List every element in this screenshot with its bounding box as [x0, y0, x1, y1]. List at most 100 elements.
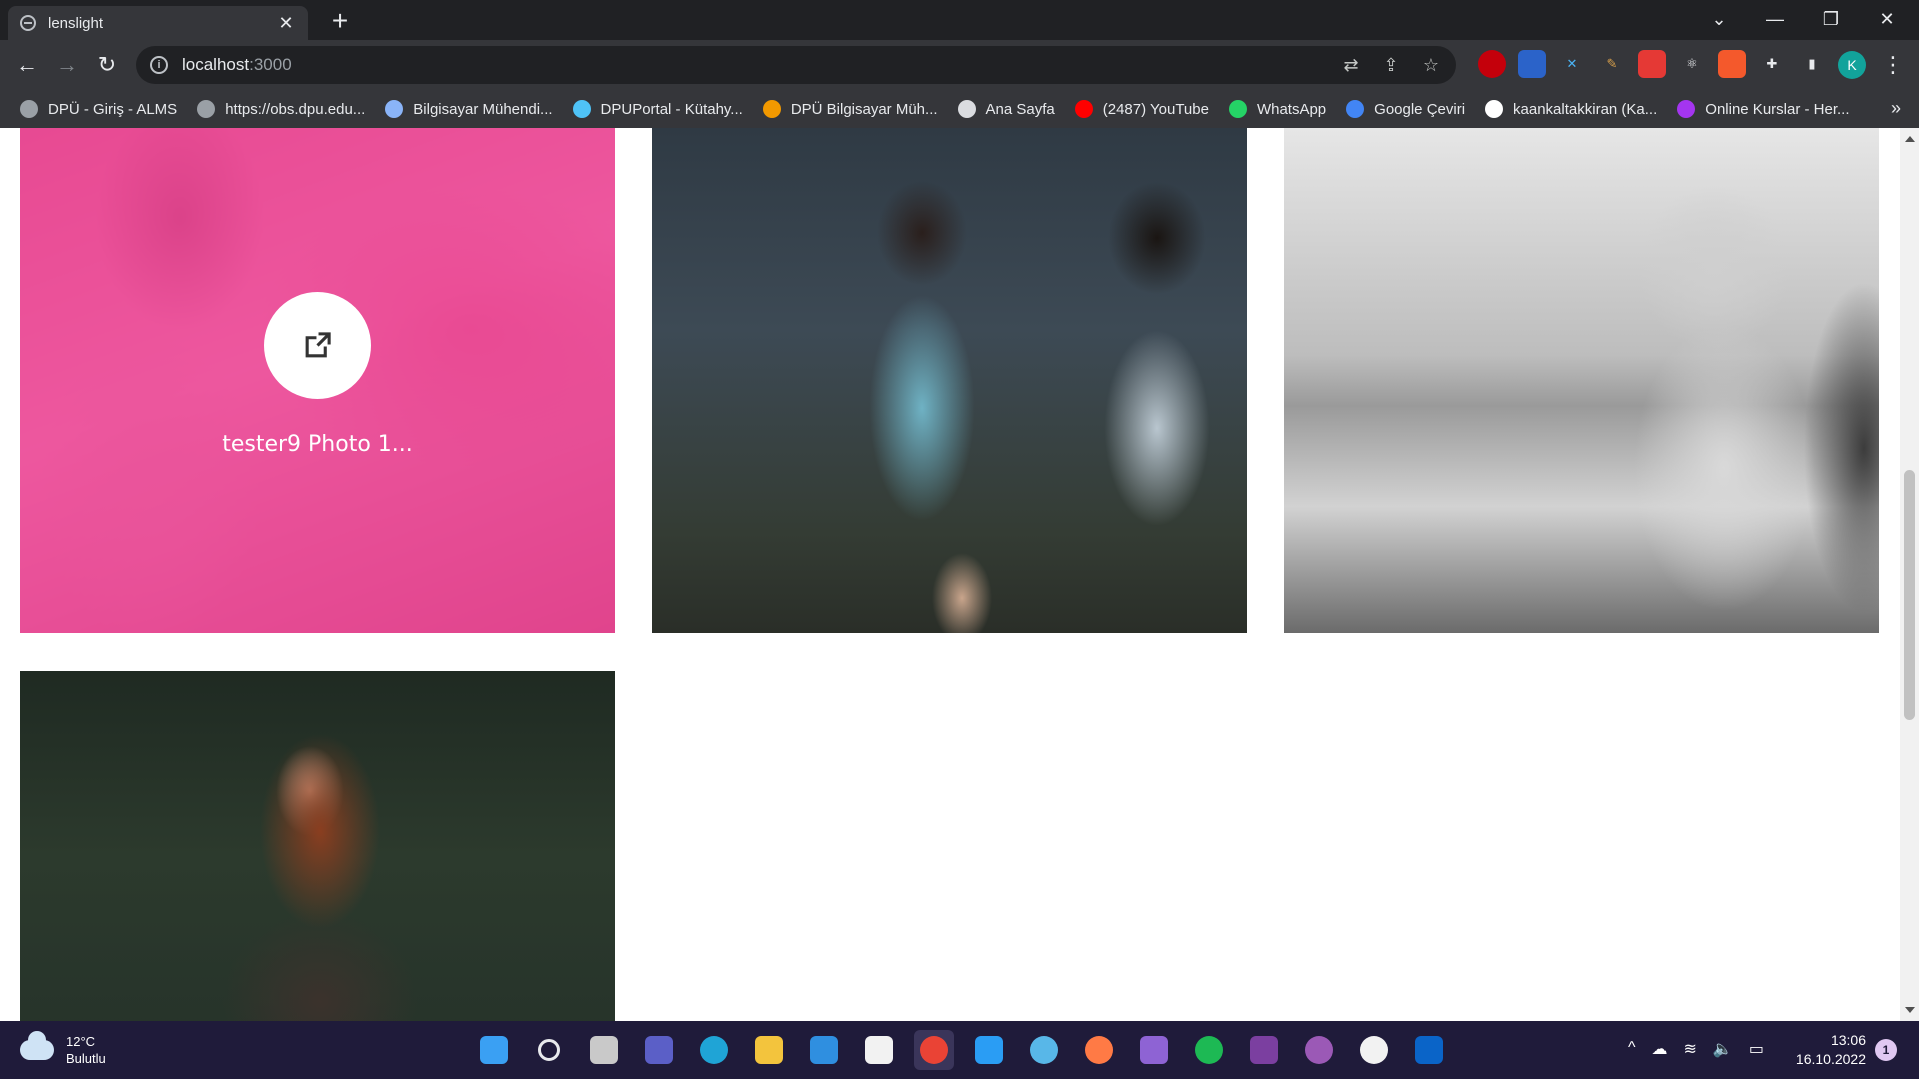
taskbar-app-vscode[interactable]	[969, 1030, 1009, 1070]
taskbar-app-mail[interactable]	[804, 1030, 844, 1070]
weather-widget[interactable]: 12°C Bulutlu	[20, 1031, 106, 1067]
browser-tab[interactable]: lenslight ✕	[8, 6, 308, 40]
chat-icon	[645, 1036, 673, 1064]
taskbar-app-search[interactable]	[529, 1030, 569, 1070]
app-orange-icon	[1085, 1036, 1113, 1064]
minimize-button[interactable]: —	[1747, 0, 1803, 40]
bookmarks-bar: DPÜ - Giriş - ALMS https://obs.dpu.edu...…	[0, 90, 1919, 128]
tab-strip: lenslight ✕ + ⌄ — ❐ ✕	[0, 0, 1919, 40]
share-icon[interactable]: ⇪	[1380, 54, 1402, 76]
tools-extension-icon[interactable]: ✕	[1558, 50, 1586, 78]
scrollbar-thumb[interactable]	[1904, 470, 1915, 720]
scroll-up-icon[interactable]	[1905, 136, 1915, 142]
bookmark-item[interactable]: Bilgisayar Mühendi...	[385, 100, 553, 118]
bookmark-item[interactable]: DPÜ - Giriş - ALMS	[20, 100, 177, 118]
bookmark-item[interactable]: https://obs.dpu.edu...	[197, 100, 365, 118]
globe-icon	[20, 15, 36, 31]
bookmark-item[interactable]: DPUPortal - Kütahy...	[572, 100, 743, 118]
taskbar-app-spotify[interactable]	[1189, 1030, 1229, 1070]
clock-time: 13:06	[1830, 1032, 1866, 1048]
wifi-icon[interactable]: ≋	[1684, 1039, 1697, 1059]
mail-icon	[810, 1036, 838, 1064]
taskbar-app-start[interactable]	[474, 1030, 514, 1070]
taskbar-app-app-white[interactable]	[1354, 1030, 1394, 1070]
vertical-scrollbar[interactable]	[1900, 128, 1919, 1021]
bookmark-favicon-icon	[197, 100, 216, 118]
ublock-extension-icon[interactable]	[1478, 50, 1506, 78]
open-photo-button[interactable]	[264, 292, 371, 399]
clock[interactable]: 13:06 16.10.2022	[1788, 1031, 1866, 1069]
translate-icon[interactable]: ⇄	[1340, 54, 1362, 76]
gallery-card[interactable]	[652, 128, 1247, 633]
taskbar-app-github-desktop[interactable]	[1299, 1030, 1339, 1070]
bookmark-label: Bilgisayar Mühendi...	[413, 100, 553, 118]
tab-close-icon[interactable]: ✕	[276, 13, 296, 34]
url-host: localhost	[182, 55, 250, 74]
onedrive-icon[interactable]: ☁	[1652, 1039, 1668, 1059]
address-bar[interactable]: i localhost:3000 ⇄ ⇪ ☆	[136, 46, 1456, 84]
bookmark-label: https://obs.dpu.edu...	[225, 100, 366, 118]
bookmark-label: kaankaltakkiran (Ka...	[1513, 100, 1658, 118]
bookmark-item[interactable]: kaankaltakkiran (Ka...	[1485, 100, 1657, 118]
bookmark-item[interactable]: Google Çeviri	[1346, 100, 1465, 118]
taskbar-app-file-explorer[interactable]	[749, 1030, 789, 1070]
taskbar-app-arduino[interactable]	[1244, 1030, 1284, 1070]
side-panel-icon[interactable]: ▮	[1798, 50, 1826, 78]
menu-kebab-icon[interactable]: ⋮	[1876, 48, 1910, 82]
github-desktop-icon	[1305, 1036, 1333, 1064]
taskbar-app-paint[interactable]	[1024, 1030, 1064, 1070]
forward-button[interactable]: →	[50, 48, 84, 82]
site-info-icon[interactable]: i	[150, 56, 168, 74]
bookmarks-overflow-icon[interactable]: »	[1891, 98, 1901, 119]
bookmark-item[interactable]: WhatsApp	[1228, 100, 1327, 118]
extension-icon[interactable]	[1518, 50, 1546, 78]
show-hidden-icons-icon[interactable]: ^	[1628, 1039, 1636, 1059]
clock-date: 16.10.2022	[1795, 1051, 1866, 1067]
gallery-card[interactable]	[1284, 128, 1879, 633]
bookmark-favicon-icon	[20, 100, 38, 118]
taskbar-app-visual-studio[interactable]	[1134, 1030, 1174, 1070]
bookmark-label: DPUPortal - Kütahy...	[600, 100, 743, 118]
bookmark-favicon-icon	[1074, 100, 1093, 118]
photo-children-flower	[652, 128, 1247, 633]
profile-avatar[interactable]: K	[1838, 51, 1866, 79]
youtube-extension-icon[interactable]	[1638, 50, 1666, 78]
bookmark-favicon-icon	[385, 100, 404, 118]
volume-icon[interactable]: 🔈	[1713, 1039, 1733, 1059]
bookmark-item[interactable]: (2487) YouTube	[1074, 100, 1209, 118]
file-explorer-icon	[755, 1036, 783, 1064]
extension-icon[interactable]: ✎	[1598, 50, 1626, 78]
taskbar-app-store[interactable]	[859, 1030, 899, 1070]
reload-button[interactable]: ↻	[90, 48, 124, 82]
extension-icon[interactable]	[1718, 50, 1746, 78]
back-button[interactable]: ←	[10, 48, 44, 82]
gallery-card[interactable]: tester9 Photo 1...	[20, 128, 615, 633]
restore-button[interactable]: ❐	[1803, 0, 1859, 40]
tab-search-icon[interactable]: ⌄	[1691, 0, 1747, 40]
battery-icon[interactable]: ▭	[1749, 1039, 1764, 1059]
scroll-down-icon[interactable]	[1905, 1007, 1915, 1013]
taskbar-app-chat[interactable]	[639, 1030, 679, 1070]
react-devtools-icon[interactable]: ⚛	[1678, 50, 1706, 78]
taskbar-app-chrome[interactable]	[914, 1030, 954, 1070]
bookmark-star-icon[interactable]: ☆	[1420, 54, 1442, 76]
taskbar-app-app-orange[interactable]	[1079, 1030, 1119, 1070]
gallery-card[interactable]	[20, 671, 615, 1021]
bookmark-label: Ana Sayfa	[985, 100, 1055, 118]
notification-badge[interactable]: 1	[1875, 1039, 1897, 1061]
bookmark-favicon-icon	[572, 100, 591, 118]
extensions-puzzle-icon[interactable]: ✚	[1758, 50, 1786, 78]
bookmark-label: WhatsApp	[1256, 100, 1327, 118]
bookmark-item[interactable]: Ana Sayfa	[957, 100, 1055, 118]
photo-caption: tester9 Photo 1...	[222, 432, 413, 457]
taskbar-app-outlook[interactable]	[1409, 1030, 1449, 1070]
taskbar-app-edge[interactable]	[694, 1030, 734, 1070]
bookmark-item[interactable]: DPÜ Bilgisayar Müh...	[762, 100, 938, 118]
new-tab-button[interactable]: +	[324, 6, 356, 38]
paint-icon	[1030, 1036, 1058, 1064]
close-window-button[interactable]: ✕	[1859, 0, 1915, 40]
taskbar-app-task-view[interactable]	[584, 1030, 624, 1070]
url-port: :3000	[249, 55, 292, 74]
bookmark-item[interactable]: Online Kurslar - Her...	[1677, 100, 1850, 118]
bookmark-label: DPÜ Bilgisayar Müh...	[790, 100, 938, 118]
